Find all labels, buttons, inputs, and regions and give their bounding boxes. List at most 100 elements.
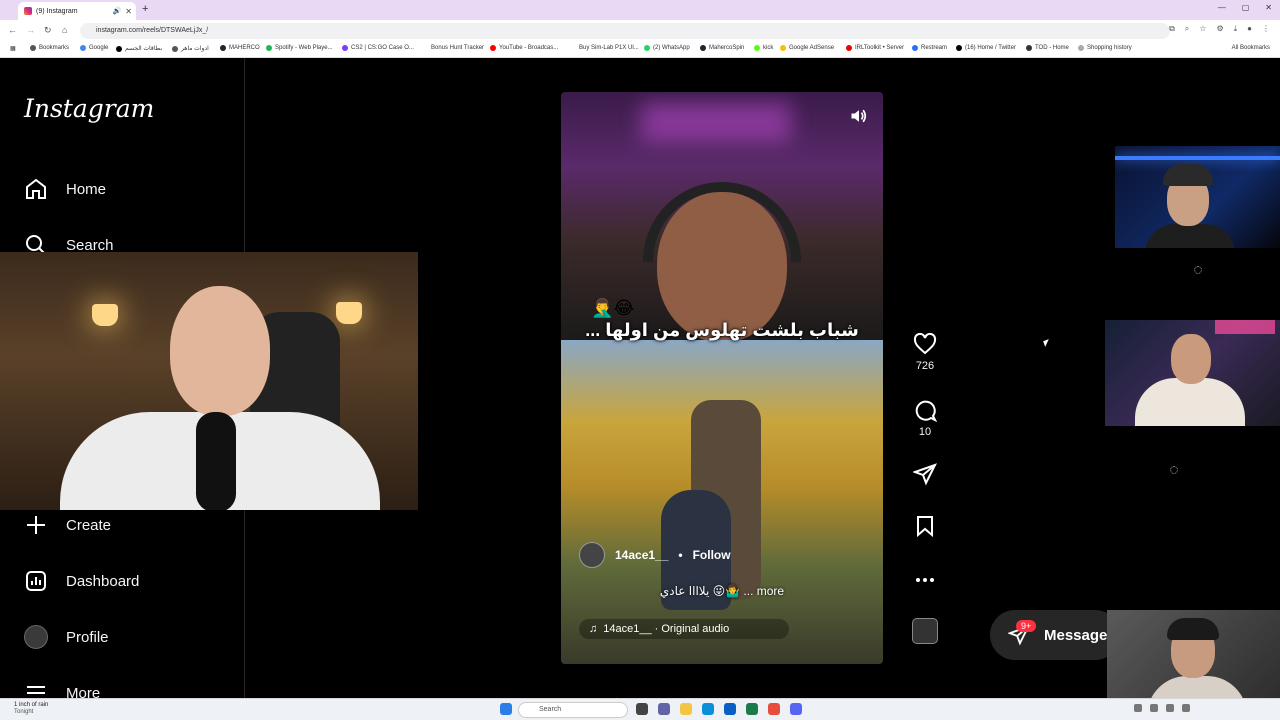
bookmark-item[interactable]: CS2 | CS:GO Case O... xyxy=(342,45,414,51)
sidebar-item-label: Profile xyxy=(66,628,109,646)
save-button[interactable] xyxy=(904,514,946,538)
discord-icon[interactable] xyxy=(790,703,802,715)
sound-on-icon[interactable] xyxy=(849,106,869,126)
reel-audio-link[interactable]: ♫ 14ace1__ · Original audio xyxy=(579,619,790,639)
messages-badge: 9+ xyxy=(1016,620,1037,632)
sidebar-item-home[interactable]: Home xyxy=(24,177,106,201)
bookmark-item[interactable]: Google AdSense xyxy=(780,45,834,51)
tray-icon[interactable] xyxy=(1134,704,1142,712)
tab-audio-icon[interactable]: 🔊 xyxy=(113,7,122,15)
bookmark-item[interactable]: Bookmarks xyxy=(30,45,69,51)
edge-icon[interactable] xyxy=(702,703,714,715)
tray-icon[interactable] xyxy=(1182,704,1190,712)
sidebar-item-dashboard[interactable]: Dashboard xyxy=(24,569,139,593)
sidebar-item-create[interactable]: Create xyxy=(24,513,111,537)
all-bookmarks-button[interactable]: All Bookmarks xyxy=(1232,45,1270,51)
home-icon[interactable]: ⌂ xyxy=(62,25,67,35)
sidebar-item-label: Search xyxy=(66,236,114,254)
bookmark-item[interactable]: MAHERCO xyxy=(220,45,260,51)
close-window-icon[interactable]: ✕ xyxy=(1265,3,1272,12)
menu-icon[interactable]: ⋮ xyxy=(1262,24,1270,34)
apps-icon[interactable]: ▦ xyxy=(10,45,16,52)
bookmark-item[interactable]: YouTube - Broadcas... xyxy=(490,45,558,51)
browser-tab-instagram[interactable]: (9) Instagram 🔊 ✕ xyxy=(18,2,136,20)
install-icon[interactable]: ⧉ xyxy=(1169,24,1175,34)
task-view-icon[interactable] xyxy=(636,703,648,715)
reload-icon[interactable]: ↻ xyxy=(44,25,52,36)
bookmark-item[interactable]: Bonus Hunt Tracker xyxy=(422,45,484,51)
audio-thumbnail-button[interactable] xyxy=(904,618,946,644)
bookmark-item[interactable]: بطاقات الجسم xyxy=(116,45,162,52)
zoom-icon[interactable]: ⌕ xyxy=(1185,24,1189,34)
system-tray xyxy=(1134,704,1190,712)
reel-video-bottom-frame xyxy=(561,340,883,664)
audio-label: 14ace1__ · Original audio xyxy=(603,623,730,635)
weather-title: 1 inch of rain xyxy=(14,702,49,708)
maximize-icon[interactable]: ▢ xyxy=(1242,3,1250,12)
follow-button[interactable]: Follow xyxy=(693,548,731,562)
audio-thumbnail xyxy=(912,618,938,644)
back-icon[interactable]: ← xyxy=(8,25,17,35)
windows-taskbar: 1 inch of rain Tonight Search xyxy=(0,698,1280,720)
window-controls: — ▢ ✕ xyxy=(1218,3,1272,12)
loading-spinner-icon xyxy=(1170,466,1178,474)
new-tab-button[interactable]: + xyxy=(142,3,148,15)
forward-icon[interactable]: → xyxy=(26,25,35,35)
home-icon xyxy=(26,178,46,199)
sidebar-item-label: Create xyxy=(66,516,112,534)
more-dots-icon xyxy=(916,578,934,582)
tray-icon[interactable] xyxy=(1166,704,1174,712)
bookmark-item[interactable]: ادوات ماهر xyxy=(172,45,209,52)
outlook-icon[interactable] xyxy=(724,703,736,715)
reel-description[interactable]: يلاااا عادي 😜🤷‍♂️ ... more xyxy=(561,584,883,598)
bookmark-item[interactable]: Google xyxy=(80,45,108,51)
music-note-icon: ♫ xyxy=(589,623,598,635)
bookmark-item[interactable]: TOD - Home xyxy=(1026,45,1069,51)
weather-widget[interactable]: 1 inch of rain Tonight xyxy=(14,702,48,716)
browser-toolbar-icons: ⧉ ⌕ ☆ ⚙ ⤓ ● ⋮ xyxy=(1169,24,1270,34)
extensions-icon[interactable]: ⚙ xyxy=(1216,24,1223,34)
share-button[interactable] xyxy=(904,462,946,486)
tab-title: (9) Instagram xyxy=(36,7,78,15)
teams-icon[interactable] xyxy=(658,703,670,715)
downloads-icon[interactable]: ⤓ xyxy=(1234,24,1238,34)
weather-subtitle: Tonight xyxy=(14,709,34,715)
bookmark-item[interactable]: (16) Home / Twitter xyxy=(956,45,1016,51)
file-explorer-icon[interactable] xyxy=(680,703,692,715)
messages-button[interactable]: Message xyxy=(990,610,1120,660)
app-icon[interactable] xyxy=(746,703,758,715)
url-field[interactable]: instagram.com/reels/DTSWAeLjJx_/ xyxy=(80,23,1170,39)
bookmark-item[interactable]: MahercoSpin xyxy=(700,45,744,51)
author-avatar[interactable] xyxy=(579,542,605,568)
taskbar-search[interactable]: Search xyxy=(518,702,628,718)
tray-icon[interactable] xyxy=(1150,704,1158,712)
reel-video[interactable]: 🤦‍♂️😂 شباب بلشت تهلوس من اولها ... 14ace… xyxy=(561,92,883,664)
bookmark-item[interactable]: Shopping history xyxy=(1078,45,1132,51)
tab-close-icon[interactable]: ✕ xyxy=(125,7,132,16)
star-icon[interactable]: ☆ xyxy=(1199,24,1206,34)
loading-spinner-icon xyxy=(1194,266,1202,274)
more-options-button[interactable] xyxy=(904,568,946,592)
bookmark-item[interactable]: (2) WhatsApp xyxy=(644,45,690,51)
instagram-favicon-icon xyxy=(24,7,32,15)
bookmark-item[interactable]: Buy Sim-Lab P1X Ul... xyxy=(570,45,639,51)
sidebar-item-profile[interactable]: Profile xyxy=(24,625,109,649)
chrome-icon[interactable] xyxy=(768,703,780,715)
instagram-logo[interactable]: Instagram xyxy=(24,94,154,123)
minimize-icon[interactable]: — xyxy=(1218,3,1226,12)
bookmark-item[interactable]: Spotify - Web Playe... xyxy=(266,45,333,51)
bookmark-item[interactable]: IRLToolkit • Server xyxy=(846,45,904,51)
profile-icon[interactable]: ● xyxy=(1247,24,1252,34)
webcam-overlay-top-right xyxy=(1115,146,1280,248)
comment-button[interactable]: 10 xyxy=(904,398,946,438)
bookmarks-bar: ▦ Bookmarks Google بطاقات الجسم ادوات ما… xyxy=(0,42,1280,58)
comment-count: 10 xyxy=(918,426,932,438)
taskbar-start-icon[interactable] xyxy=(500,703,512,715)
bookmark-item[interactable]: kick xyxy=(754,45,773,51)
bookmark-item[interactable]: Restream xyxy=(912,45,947,51)
sidebar-item-label: Home xyxy=(66,180,107,198)
author-username[interactable]: 14ace1__ xyxy=(615,548,668,562)
separator-dot: • xyxy=(678,548,683,562)
messages-label: Message xyxy=(1044,626,1108,644)
like-button[interactable]: 726 xyxy=(904,332,946,372)
